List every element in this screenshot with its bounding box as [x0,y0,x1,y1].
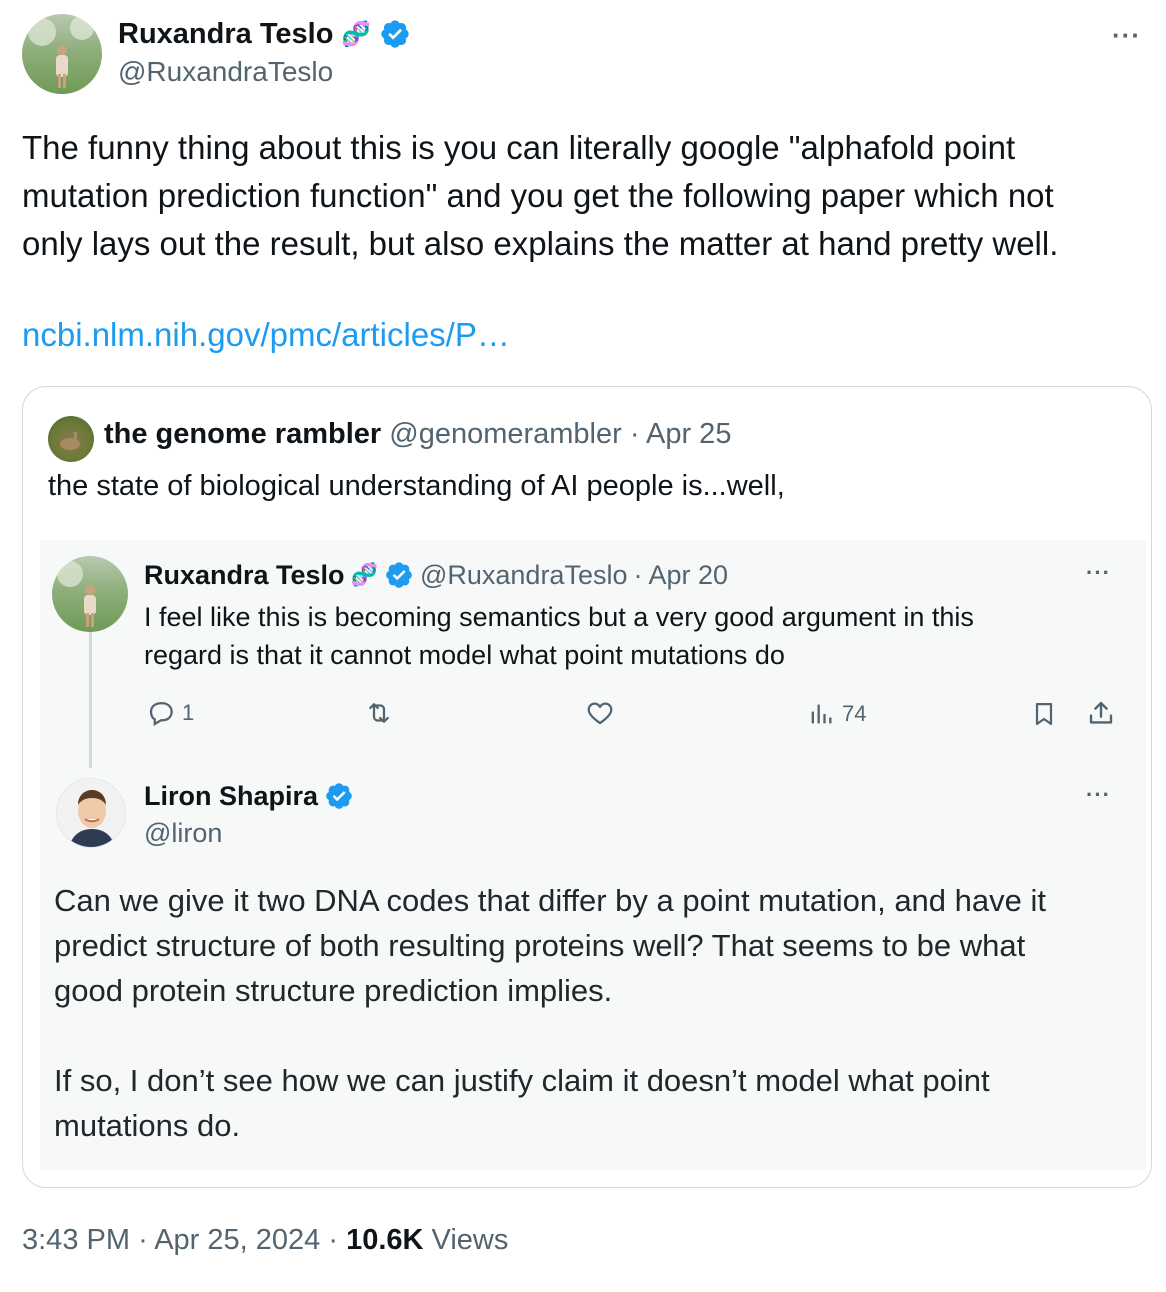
thread-text-line: If so, I don’t see how we can justify cl… [54,1063,990,1098]
thread-author-name: Liron Shapira [144,780,319,811]
thread-avatar [56,778,126,848]
thread-text-line: predict structure of both resulting prot… [54,928,1026,963]
more-icon: ··· [1086,782,1111,807]
thread-text: I feel like this is becoming semantics b… [144,598,974,674]
views-count: 10.6K [346,1224,424,1256]
verified-badge-icon [326,783,352,809]
quoted-author-avatar[interactable] [48,416,94,462]
more-icon[interactable]: ··· [1112,20,1141,51]
separator-dot: · [138,1224,148,1256]
thread-author-handle: @RuxandraTeslo [419,559,628,590]
thread-author-row: Ruxandra Teslo 🧬 @RuxandraTeslo · Apr 20 [144,558,728,592]
dna-icon: 🧬 [350,562,378,587]
share-icon [1089,701,1113,724]
separator-dot: · [633,559,643,590]
thread-text-line [54,1013,1134,1058]
thread-avatar [52,556,128,632]
thread-text-line: Can we give it two DNA codes that differ… [54,883,1046,918]
views-icon [811,704,832,724]
reply-action: 1 [146,698,194,728]
tweet-text-line: only lays out the result, but also expla… [22,225,1059,262]
tweet-date[interactable]: Apr 25, 2024 [154,1224,320,1256]
quoted-author-handle[interactable]: @genomerambler [389,418,622,450]
verified-badge-icon [381,20,409,48]
separator-dot: · [629,418,640,450]
like-icon [587,702,613,725]
views-action: 74 [806,700,866,728]
thread-text-line: mutations do. [54,1108,241,1143]
quoted-date[interactable]: Apr 25 [646,418,731,450]
quoted-author-name[interactable]: the genome rambler [104,418,381,450]
thread-text-line: regard is that it cannot model what poin… [144,640,785,670]
views-count: 74 [842,701,867,726]
thread-text: Can we give it two DNA codes that differ… [54,878,1134,1148]
views-label: Views [431,1224,509,1256]
thread-text-line: I feel like this is becoming semantics b… [144,602,974,632]
tweet-time[interactable]: 3:43 PM [22,1224,130,1256]
thread-author-name: Ruxandra Teslo [144,559,345,590]
author-avatar[interactable] [22,14,102,94]
thread-date: Apr 20 [648,559,729,590]
share-action [1086,698,1116,733]
thread-text-line: good protein structure prediction implie… [54,973,613,1008]
verified-badge-icon [386,562,412,588]
thread-author-row: Liron Shapira [144,779,354,813]
tweet-text-line: The funny thing about this is you can li… [22,129,1016,166]
quoted-author-row: the genome rambler @genomerambler · Apr … [104,418,731,451]
reply-icon [149,702,173,726]
dna-icon: 🧬 [341,20,372,48]
tweet-text: The funny thing about this is you can li… [22,124,1152,268]
thread-connector-line [89,632,92,768]
separator-dot: · [328,1224,339,1256]
reply-count: 1 [182,700,195,725]
retweet-icon [369,703,389,723]
author-name-row: Ruxandra Teslo 🧬 [118,16,411,52]
retweet-action [362,698,396,728]
author-name[interactable]: Ruxandra Teslo [118,18,333,51]
thread-author-handle: @liron [144,818,223,848]
bookmark-action [1030,699,1058,734]
tweet-footer: 3:43 PM · Apr 25, 2024 · 10.6K Views [22,1224,508,1257]
quoted-text: the state of biological understanding of… [48,470,785,502]
author-handle[interactable]: @RuxandraTeslo [118,56,333,88]
bookmark-icon [1035,702,1053,726]
more-icon: ··· [1086,560,1111,585]
tweet-text-line: mutation prediction function" and you ge… [22,177,1054,214]
article-link[interactable]: ncbi.nlm.nih.gov/pmc/articles/P… [22,316,510,354]
like-action [584,698,616,728]
